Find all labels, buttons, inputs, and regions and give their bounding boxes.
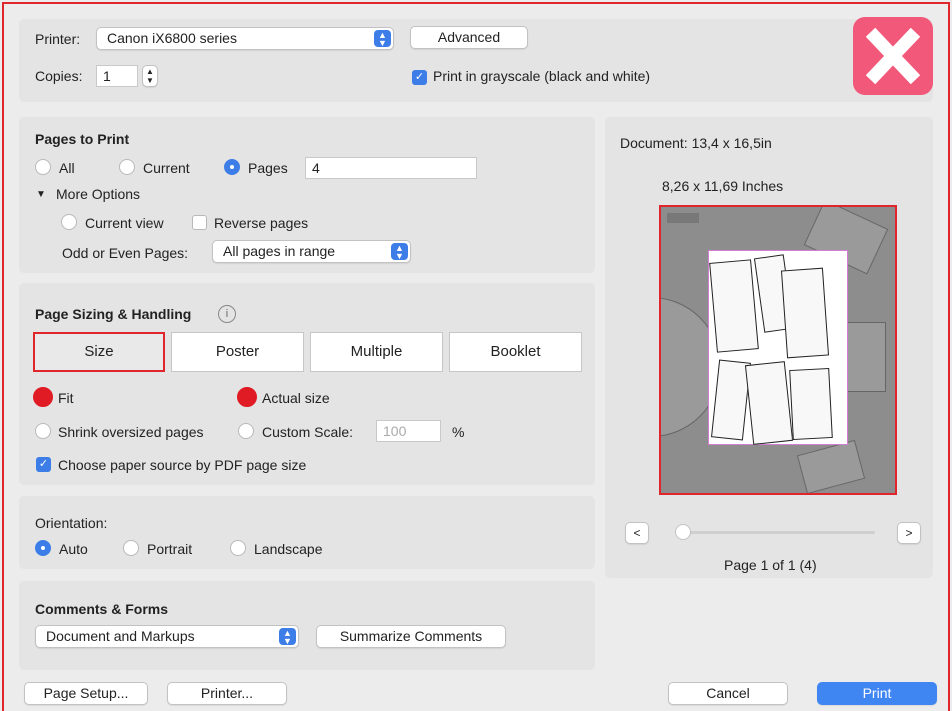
tab-poster[interactable]: Poster <box>171 332 304 372</box>
page-info-label: Page 1 of 1 (4) <box>724 557 817 573</box>
printer-select[interactable]: Canon iX6800 series ▲ ▼ <box>96 27 394 50</box>
advanced-button[interactable]: Advanced <box>410 26 528 49</box>
landscape-radio[interactable] <box>230 540 246 556</box>
printer-value: Canon iX6800 series <box>107 30 237 46</box>
printer-label: Printer: <box>35 31 81 47</box>
paper-source-label: Choose paper source by PDF page size <box>58 457 307 473</box>
grayscale-label: Print in grayscale (black and white) <box>433 68 651 84</box>
percent-label: % <box>452 424 465 440</box>
grayscale-checkbox[interactable]: ✓ <box>412 70 427 85</box>
odd-even-value: All pages in range <box>223 243 336 259</box>
pattern-piece <box>789 368 833 440</box>
page-setup-button[interactable]: Page Setup... <box>24 682 148 705</box>
current-view-radio[interactable] <box>61 214 77 230</box>
document-size-label: Document: 13,4 x 16,5in <box>620 135 772 151</box>
landscape-label: Landscape <box>254 541 323 557</box>
shrink-label: Shrink oversized pages <box>58 424 204 440</box>
ghost-shape <box>667 213 699 223</box>
current-radio[interactable] <box>119 159 135 175</box>
printer-button[interactable]: Printer... <box>167 682 287 705</box>
actual-size-label: Actual size <box>262 390 330 406</box>
print-button[interactable]: Print <box>817 682 937 705</box>
pattern-piece <box>744 361 794 445</box>
close-icon[interactable] <box>853 17 933 95</box>
next-page-button[interactable]: > <box>897 522 921 544</box>
info-icon[interactable]: i <box>218 305 236 323</box>
copies-input[interactable]: 1 <box>96 65 138 87</box>
more-options-label[interactable]: More Options <box>56 186 140 202</box>
all-label: All <box>59 160 75 176</box>
updown-arrow-icon: ▲ ▼ <box>279 628 296 646</box>
copies-label: Copies: <box>35 68 83 84</box>
summarize-comments-button[interactable]: Summarize Comments <box>316 625 506 648</box>
paper-size-label: 8,26 x 11,69 Inches <box>662 178 784 194</box>
tab-size[interactable]: Size <box>33 332 165 372</box>
comments-title: Comments & Forms <box>35 601 169 617</box>
page-slider-thumb[interactable] <box>675 524 691 540</box>
disclosure-triangle-icon[interactable]: ▼ <box>36 189 46 200</box>
odd-even-select[interactable]: All pages in range ▲ ▼ <box>212 240 411 263</box>
shrink-radio[interactable] <box>35 423 51 439</box>
reverse-pages-checkbox[interactable] <box>192 215 207 230</box>
orientation-panel <box>19 496 595 569</box>
reverse-pages-label: Reverse pages <box>214 215 309 231</box>
odd-even-label: Odd or Even Pages: <box>62 245 189 261</box>
custom-scale-label: Custom Scale: <box>262 424 354 440</box>
orientation-title: Orientation: <box>35 515 108 531</box>
portrait-radio[interactable] <box>123 540 139 556</box>
ghost-shape <box>846 322 886 392</box>
all-radio[interactable] <box>35 159 51 175</box>
current-view-label: Current view <box>85 215 164 231</box>
ghost-shape <box>796 439 866 493</box>
auto-radio[interactable] <box>35 540 51 556</box>
tab-booklet[interactable]: Booklet <box>449 332 582 372</box>
pages-label: Pages <box>248 160 288 176</box>
pattern-piece <box>709 259 759 353</box>
prev-page-button[interactable]: < <box>625 522 649 544</box>
custom-scale-input[interactable]: 100 <box>376 420 441 442</box>
comments-select[interactable]: Document and Markups ▲ ▼ <box>35 625 299 648</box>
updown-arrow-icon: ▲ ▼ <box>374 30 391 48</box>
portrait-label: Portrait <box>147 541 193 557</box>
comments-value: Document and Markups <box>46 628 195 644</box>
page-sizing-title: Page Sizing & Handling <box>35 306 192 322</box>
auto-label: Auto <box>59 541 88 557</box>
cancel-button[interactable]: Cancel <box>668 682 788 705</box>
paper-source-checkbox[interactable]: ✓ <box>36 457 51 472</box>
custom-scale-radio[interactable] <box>238 423 254 439</box>
current-label: Current <box>143 160 190 176</box>
paper-sheet <box>708 250 848 445</box>
updown-arrow-icon: ▲ ▼ <box>391 243 408 261</box>
fit-radio[interactable] <box>33 387 53 407</box>
page-slider-track <box>675 531 875 534</box>
copies-stepper[interactable]: ▲ ▼ <box>142 65 158 87</box>
pages-to-print-title: Pages to Print <box>35 131 130 147</box>
tab-multiple[interactable]: Multiple <box>310 332 443 372</box>
fit-label: Fit <box>58 390 74 406</box>
pages-input[interactable]: 4 <box>305 157 477 179</box>
actual-size-radio[interactable] <box>237 387 257 407</box>
pages-radio[interactable] <box>224 159 240 175</box>
pattern-piece <box>780 267 830 359</box>
